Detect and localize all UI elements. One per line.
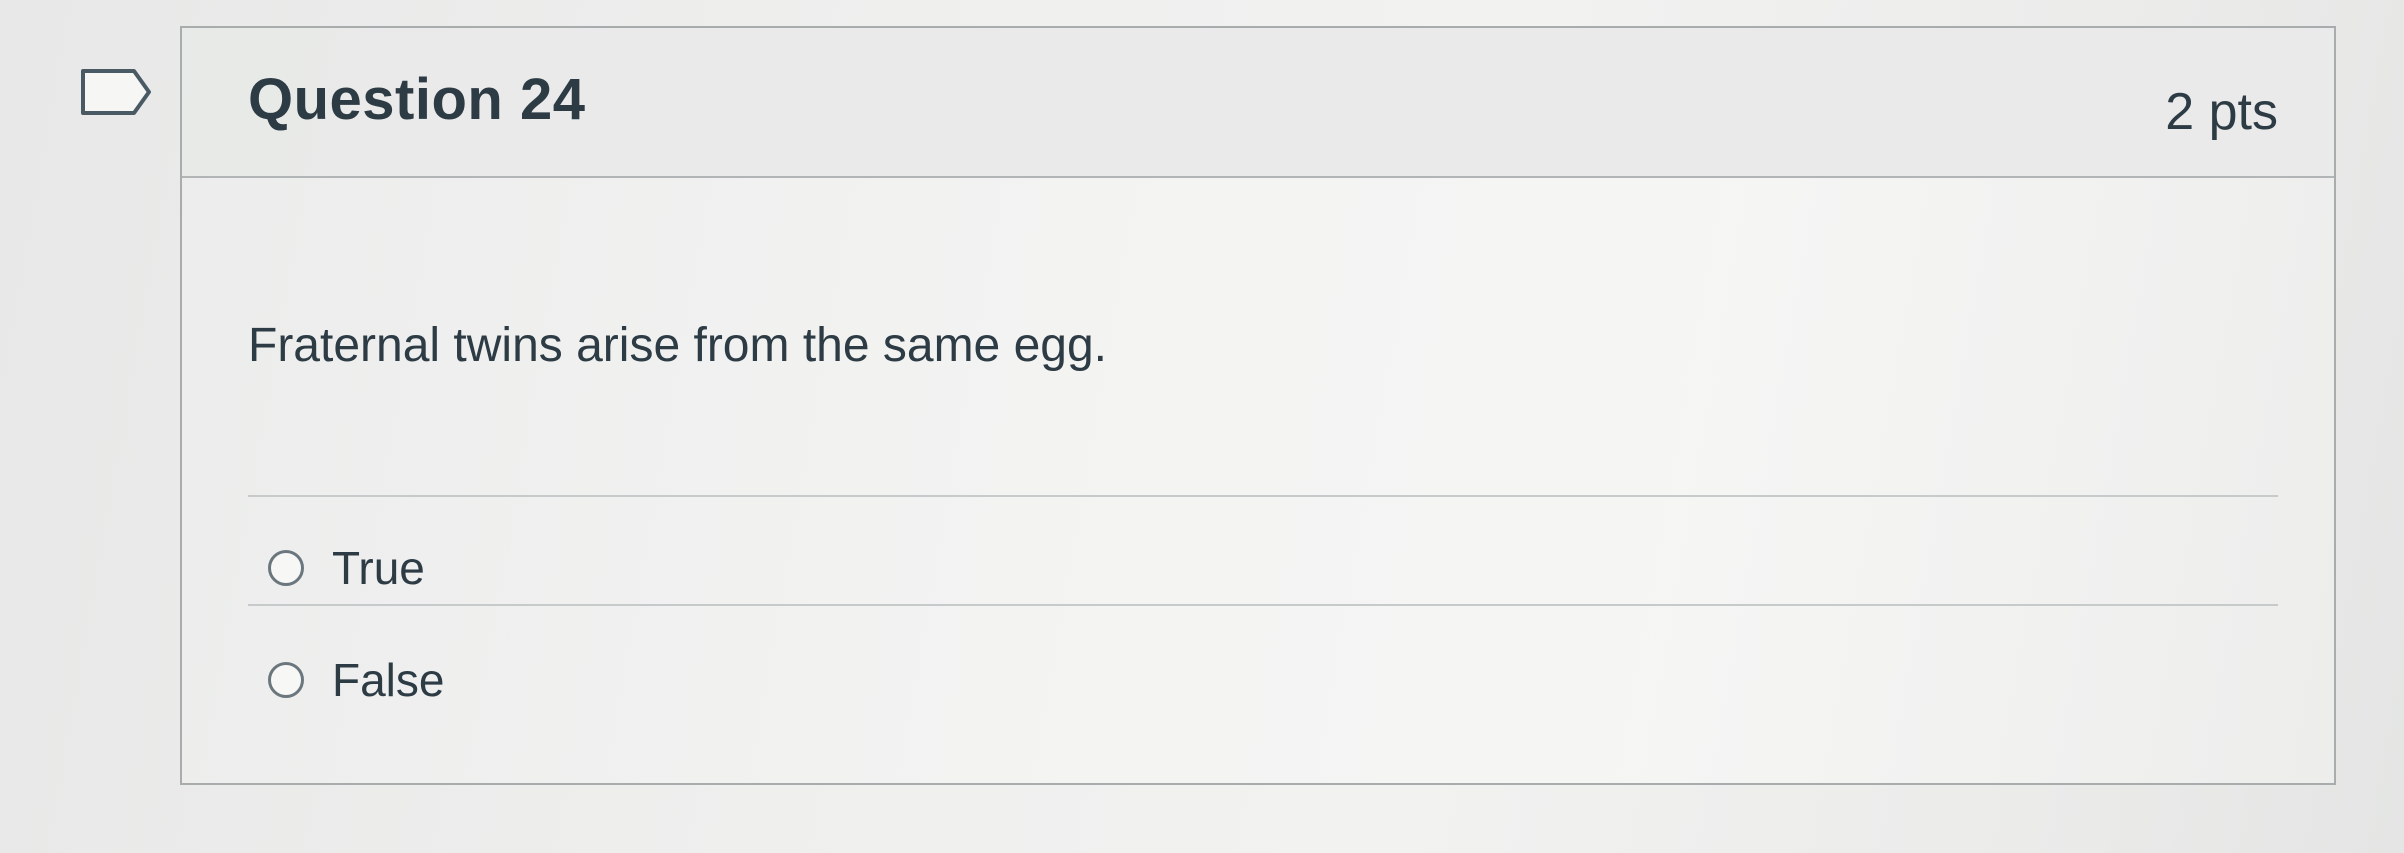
answer-label-false: False (332, 654, 445, 706)
answer-label-true: True (332, 542, 425, 594)
question-text: Fraternal twins arise from the same egg. (248, 319, 1108, 372)
radio-button-true[interactable] (268, 550, 304, 586)
answer-option-false[interactable]: False (268, 650, 444, 710)
question-points: 2 pts (2165, 83, 2278, 141)
radio-button-false[interactable] (268, 662, 304, 698)
question-header: Question 24 2 pts (182, 28, 2334, 178)
answer-divider (248, 495, 2278, 497)
answer-option-true[interactable]: True (268, 538, 425, 598)
question-card: Question 24 2 pts Fraternal twins arise … (180, 26, 2336, 785)
answer-divider (248, 604, 2278, 606)
flag-question-icon[interactable] (80, 68, 152, 116)
question-title: Question 24 (248, 67, 586, 132)
